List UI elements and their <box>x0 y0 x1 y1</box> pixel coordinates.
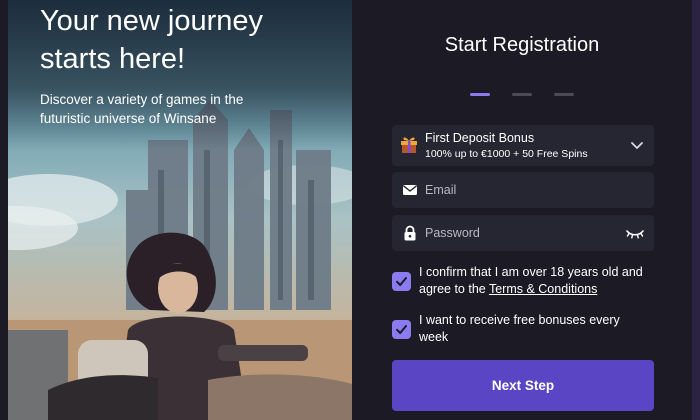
age-confirm-text: I confirm that I am over 18 years old an… <box>419 265 643 279</box>
next-step-button[interactable]: Next Step <box>392 360 654 411</box>
registration-panel: Start Registration First Deposit Bonus 1… <box>352 0 692 420</box>
chevron-down-icon <box>631 142 643 149</box>
email-input[interactable] <box>425 172 615 208</box>
email-field-container <box>392 172 654 208</box>
hero-subtitle-line: futuristic universe of Winsane <box>40 111 217 126</box>
bonus-detail: 100% up to €1000 + 50 Free Spins <box>425 148 588 160</box>
step-indicator <box>470 93 574 96</box>
step-1-indicator <box>470 93 490 96</box>
bonus-title: First Deposit Bonus <box>425 131 535 145</box>
lock-icon <box>404 225 416 241</box>
hero-title-line: starts here! <box>40 43 186 75</box>
bonus-optin-text: I want to receive free bonuses every <box>419 313 620 327</box>
step-2-indicator <box>512 93 532 96</box>
password-field-container <box>392 215 654 251</box>
bonus-optin-text: week <box>419 330 449 344</box>
hero-title: Your new journey starts here! <box>40 2 340 78</box>
terms-link[interactable]: Terms & Conditions <box>489 282 597 296</box>
gift-icon <box>401 137 417 153</box>
password-input[interactable] <box>425 215 615 251</box>
bonus-optin-checkbox[interactable] <box>392 320 411 339</box>
hero-banner: Your new journey starts here! Discover a… <box>8 0 352 420</box>
registration-title: Start Registration <box>444 34 600 56</box>
step-3-indicator <box>554 93 574 96</box>
age-confirm-checkbox[interactable] <box>392 272 411 291</box>
hide-password-icon[interactable] <box>625 226 645 240</box>
age-confirm-text: agree to the Terms & Conditions <box>419 281 659 298</box>
checkmark-icon <box>396 277 407 286</box>
age-confirm-label: I confirm that I am over 18 years old an… <box>419 264 659 298</box>
hero-subtitle-line: Discover a variety of games in the <box>40 92 244 107</box>
left-edge <box>0 0 8 420</box>
bonus-optin-label: I want to receive free bonuses every wee… <box>419 312 659 346</box>
age-confirm-prefix: agree to the <box>419 282 489 296</box>
envelope-icon <box>403 185 417 195</box>
right-edge <box>692 0 700 420</box>
checkmark-icon <box>396 325 407 334</box>
hero-title-line: Your new journey <box>40 5 264 37</box>
hero-subtitle: Discover a variety of games in the futur… <box>40 90 340 128</box>
bonus-select[interactable]: First Deposit Bonus 100% up to €1000 + 5… <box>392 125 654 166</box>
